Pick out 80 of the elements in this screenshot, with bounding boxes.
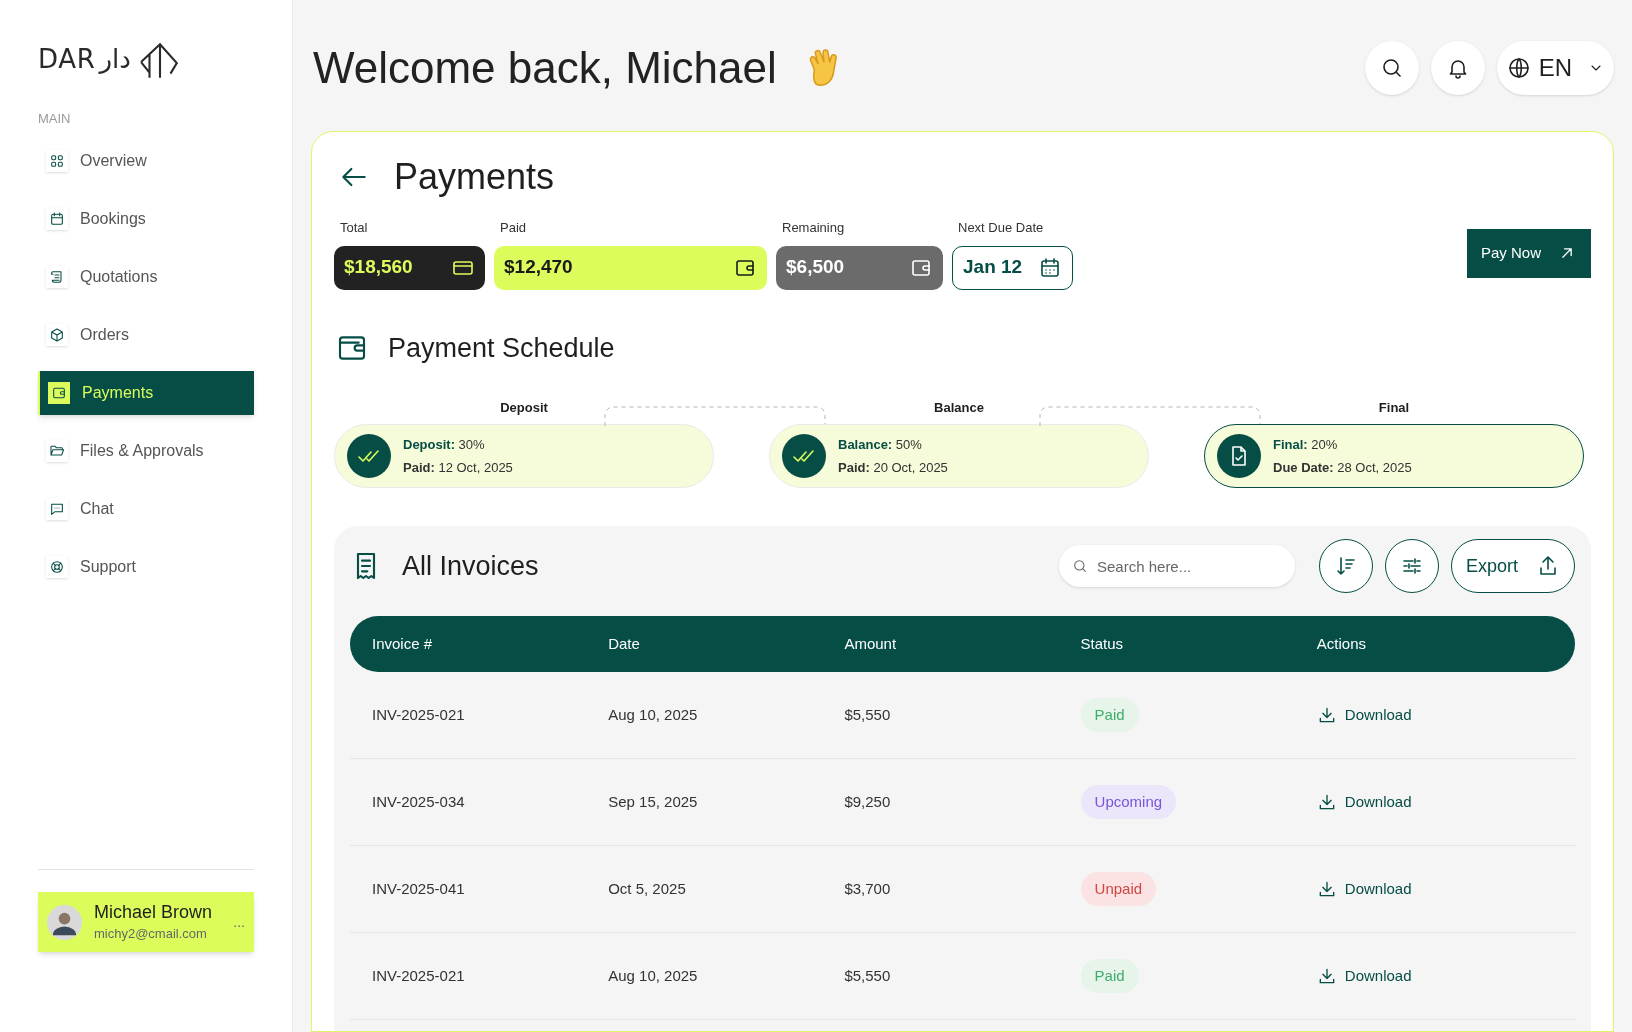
summary-label: Total [340,219,369,237]
summary-card: $12,470 [494,245,767,290]
table-cell-text: INV-2025-041 [372,878,466,899]
column-header: Status [1080,633,1125,654]
sidebar-item[interactable]: Bookings [38,196,254,241]
step-detail: Final: 20% [1273,435,1339,454]
table-cell-text: Aug 10, 2025 [608,965,699,986]
calendar-icon [1038,255,1062,280]
step-detail: Due Date: 28 Oct, 2025 [1273,459,1412,477]
globe-icon [1506,56,1531,80]
column-header: Invoice # [372,633,434,654]
table-cell-text: INV-2025-021 [372,704,466,725]
status-badge: Paid [1080,958,1139,994]
table-cell-text: INV-2025-034 [372,791,466,812]
pay-now-button[interactable]: Pay Now [1467,228,1591,278]
summary-label: Paid [500,219,528,237]
user-name: Michael Brown [94,901,214,924]
sidebar-item[interactable]: Chat [38,486,254,531]
column-header: Date [608,633,641,654]
sort-button[interactable] [1319,539,1373,593]
sort-icon [1334,554,1358,578]
scroll-icon [49,268,65,285]
step-detail: Paid: 12 Oct, 2025 [403,459,513,477]
sidebar-item[interactable]: Overview [38,138,254,183]
more-button[interactable]: ... [233,911,245,933]
status-badge: Paid [1080,697,1139,733]
step-title: Balance [934,399,984,417]
download-link[interactable]: Download [1316,877,1412,901]
sidebar-item[interactable]: Quotations [38,254,254,299]
filter-button[interactable] [1385,539,1439,593]
summary-card: $18,560 [334,245,485,290]
search-field[interactable]: Search here... [1059,545,1295,587]
table-cell-text: $5,550 [844,965,892,986]
page-title: Payments [394,155,555,199]
table-cell-text: INV-2025-021 [372,965,466,986]
table-cell-text: $9,250 [844,791,892,812]
calendar-icon [49,210,65,227]
summary-card: Jan 12 [952,245,1073,290]
table-cell-text: $3,700 [844,878,892,899]
sidebar-item[interactable]: Orders [38,312,254,357]
status-badge: Unpaid [1080,871,1157,907]
summary-label: Remaining [782,219,846,237]
table-cell-text: Aug 10, 2025 [608,704,699,725]
house-logo-icon [138,40,181,79]
language-selector[interactable]: EN [1496,41,1614,95]
lifebuoy-icon [49,558,65,575]
search-icon [1072,558,1088,574]
export-button[interactable]: Export [1451,539,1575,593]
grid-icon [49,152,65,169]
user-email: michy2@cmail.com [94,924,208,943]
download-link[interactable]: Download [1316,790,1412,814]
section-label: MAIN [38,110,72,128]
logo-text: DAR [38,43,96,76]
table-cell-text: Sep 15, 2025 [608,791,699,812]
sidebar-item[interactable]: Files & Approvals [38,428,254,473]
sidebar-item[interactable]: Support [38,544,254,589]
column-header: Actions [1316,633,1367,654]
logo-arabic-text: دار [99,43,131,76]
step-title: Final [1378,399,1410,417]
download-link[interactable]: Download [1316,703,1412,727]
table-cell-text: $5,550 [844,704,892,725]
section-title: Payment Schedule [388,331,615,365]
avatar-icon [47,904,82,940]
step-detail: Balance: 50% [838,435,923,454]
sidebar-item[interactable]: Payments [38,370,254,415]
table-cell-text: Oct 5, 2025 [608,878,687,899]
summary-card: $6,500 [776,245,943,290]
download-link[interactable]: Download [1316,964,1412,988]
welcome-title: Welcome back, Michael [313,42,777,94]
step-detail: Deposit: 30% [403,435,486,454]
status-badge: Upcoming [1080,784,1177,820]
step-detail: Paid: 20 Oct, 2025 [838,459,948,477]
user-card[interactable]: Michael Brown michy2@cmail.com ... [38,892,254,952]
section-title: All Invoices [402,549,539,583]
column-header: Amount [844,633,898,654]
box-icon [49,326,65,343]
step-title: Deposit [500,399,548,417]
summary-label: Next Due Date [958,219,1045,237]
search-button[interactable] [1364,41,1419,95]
notification-button[interactable] [1430,41,1485,95]
